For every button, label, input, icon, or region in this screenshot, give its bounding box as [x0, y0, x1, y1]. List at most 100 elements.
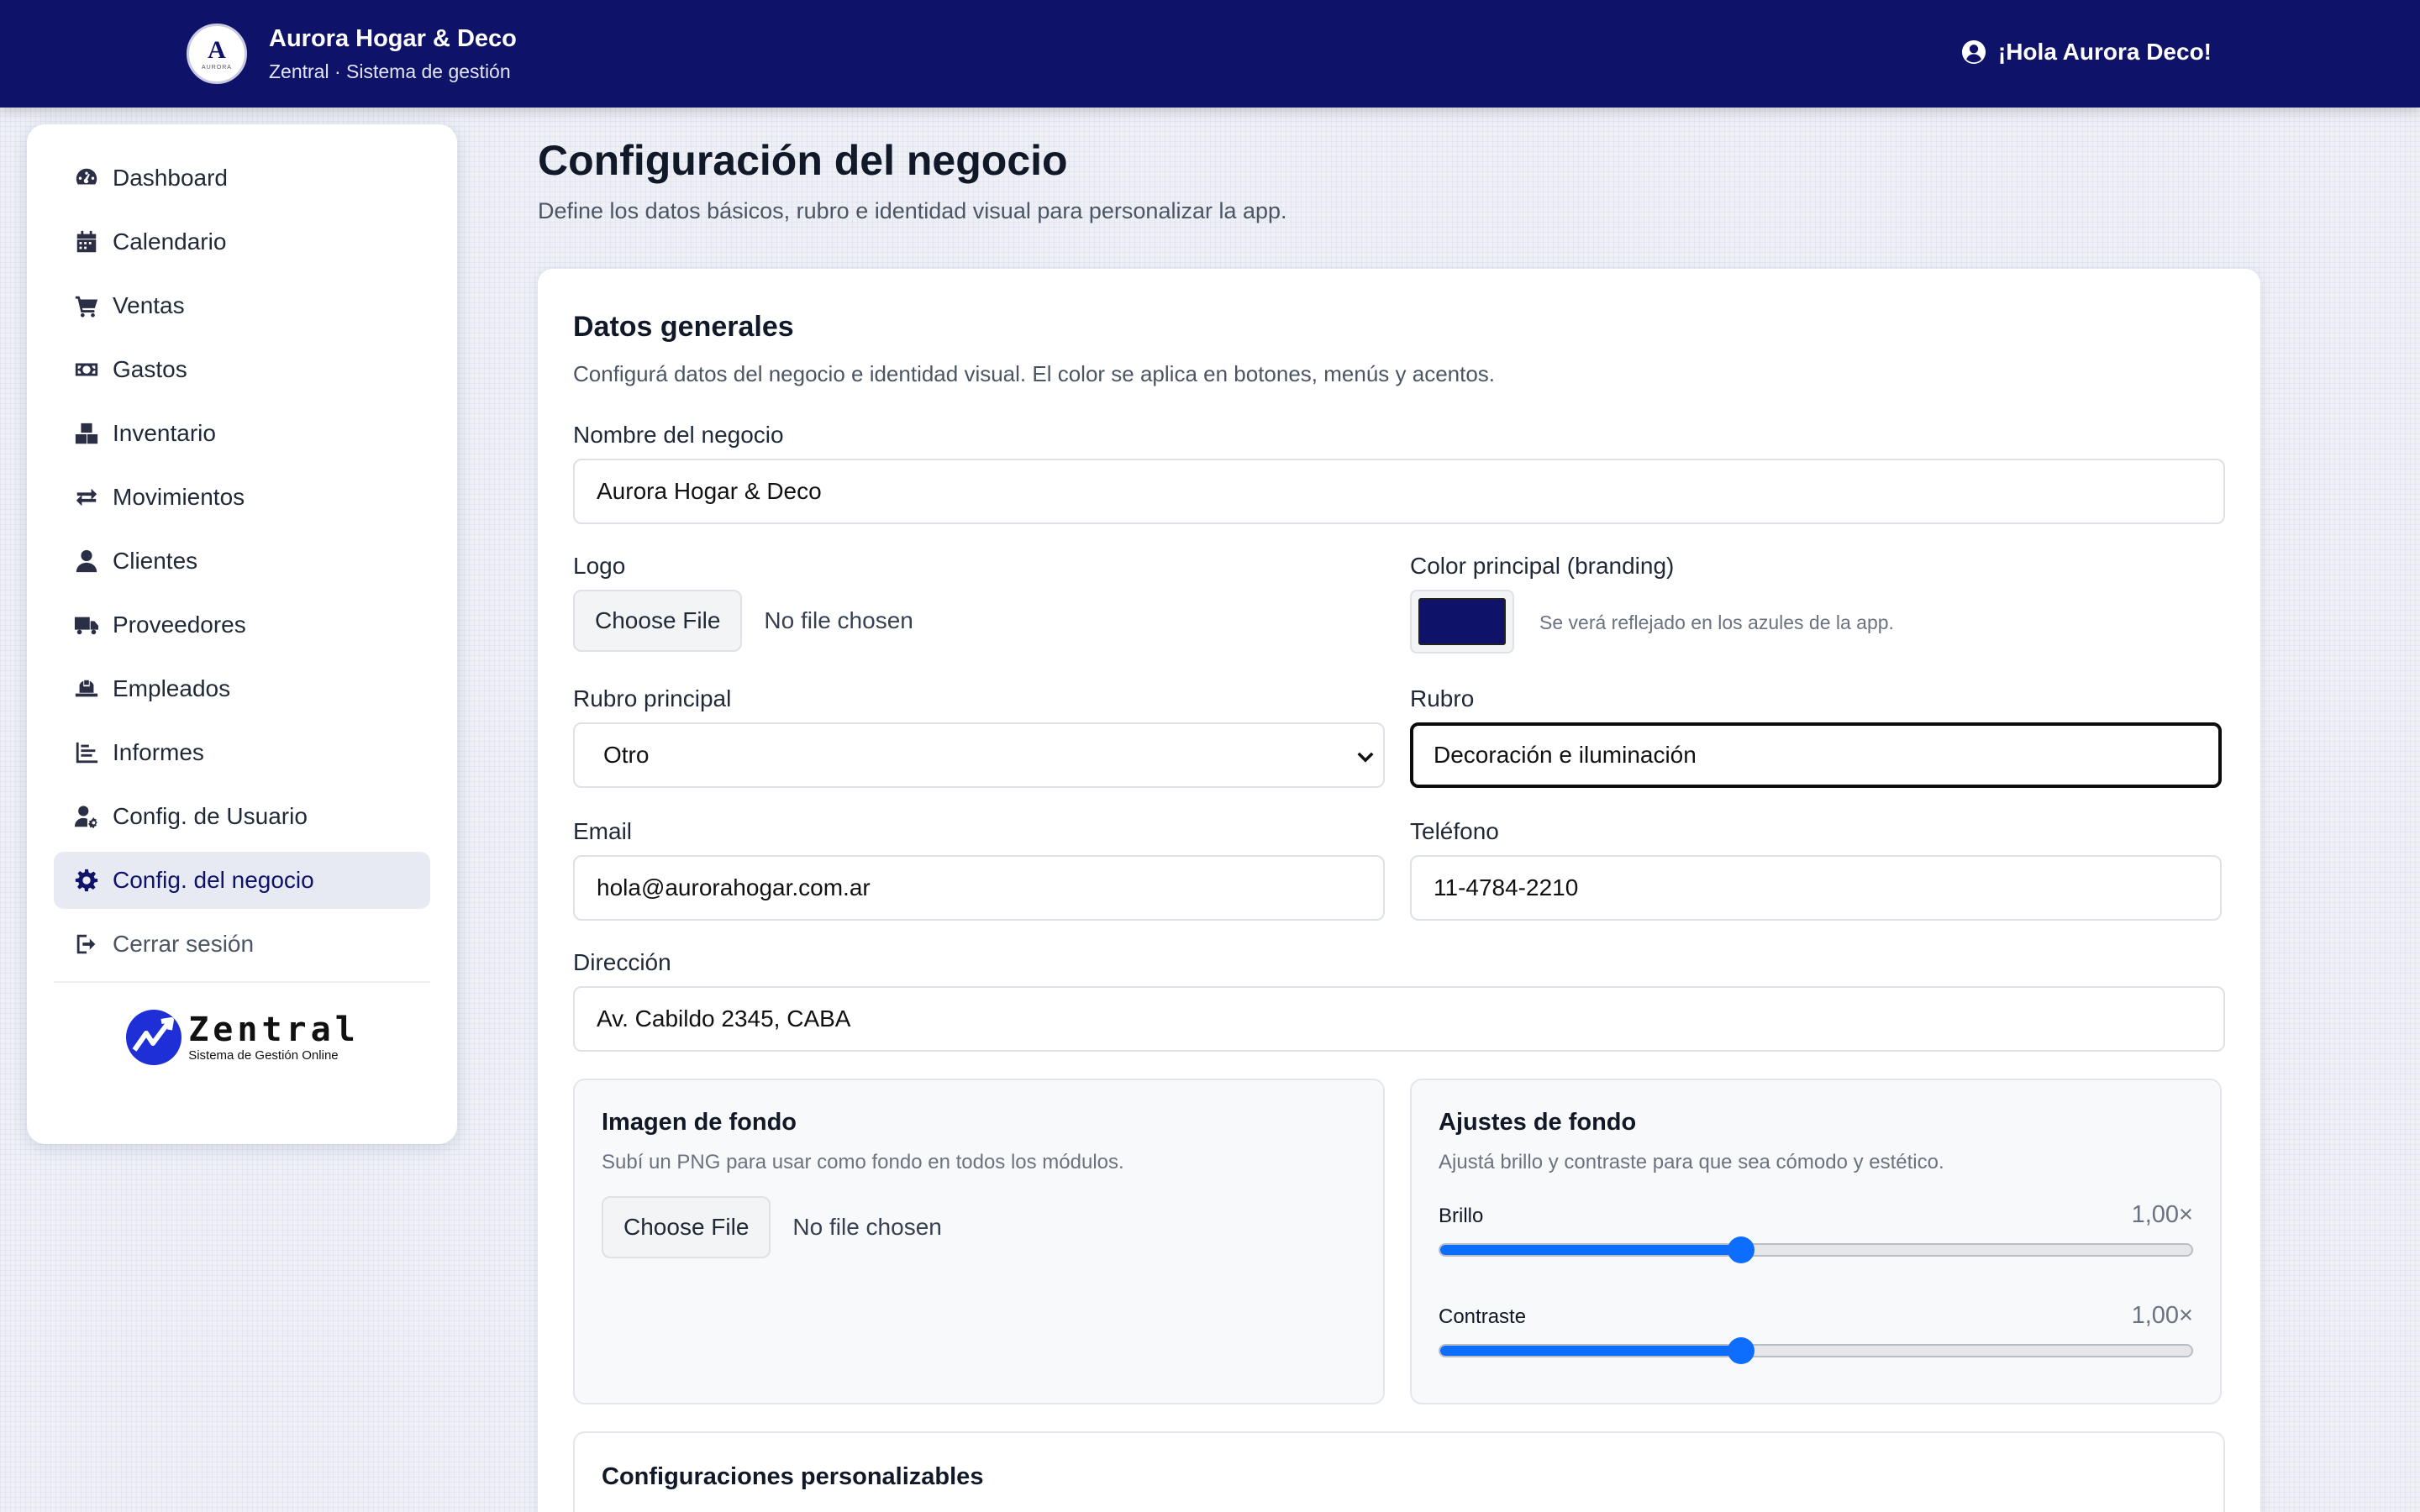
logo-choose-file-button[interactable]: Choose File [573, 590, 743, 652]
email-label: Email [573, 818, 633, 844]
user-icon [76, 549, 97, 573]
calendar-icon [76, 230, 97, 253]
greeting-text: ¡Hola Aurora Deco! [1997, 39, 2212, 65]
sidebar: Dashboard Calendario Ventas Gastos Inven… [27, 124, 457, 1144]
sidebar-item-informes[interactable]: Informes [54, 724, 430, 781]
sidebar-item-label: Ventas [113, 292, 185, 318]
cart-icon [75, 296, 98, 318]
sidebar-item-gastos[interactable]: Gastos [54, 341, 430, 398]
logo-caption: AURORA [202, 64, 232, 71]
logout-icon [76, 934, 96, 954]
logo-letter: A [208, 35, 226, 64]
sidebar-item-empleados[interactable]: Empleados [54, 660, 430, 717]
top-bar: A AURORA Aurora Hogar & Deco Zentral · S… [0, 0, 2420, 108]
hardhat-icon [75, 680, 98, 697]
brightness-value: 1,00× [2131, 1201, 2193, 1228]
custom-settings-section: Configuraciones personalizables [573, 1431, 2225, 1512]
page-subtitle: Define los datos básicos, rubro e identi… [538, 198, 1287, 223]
sidebar-item-proveedores[interactable]: Proveedores [54, 596, 430, 654]
sidebar-item-label: Empleados [113, 675, 231, 701]
money-icon [75, 363, 98, 376]
panel-subtitle: Ajustá brillo y contraste para que sea c… [1439, 1151, 1944, 1173]
sidebar-item-config-negocio[interactable]: Config. del negocio [54, 852, 430, 909]
color-label: Color principal (branding) [1410, 553, 1675, 579]
main-category-select[interactable]: Otro [573, 722, 1385, 788]
main-category-label: Rubro principal [573, 685, 732, 711]
general-settings-card: Datos generales Configurá datos del nego… [538, 269, 2260, 1512]
user-circle-icon [1961, 39, 1986, 65]
boxes-icon [75, 423, 98, 444]
truck-icon [74, 617, 99, 635]
background-file-input: Choose File No file chosen [602, 1196, 942, 1258]
panel-title: Imagen de fondo [602, 1109, 797, 1136]
sidebar-item-label: Proveedores [113, 612, 246, 638]
contrast-slider[interactable] [1439, 1337, 2193, 1364]
sidebar-item-inventario[interactable]: Inventario [54, 405, 430, 462]
zentral-mark-icon [126, 1010, 182, 1065]
card-subtitle: Configurá datos del negocio e identidad … [573, 361, 1496, 386]
sidebar-item-label: Config. de Usuario [113, 803, 308, 829]
category-input[interactable]: Decoración e iluminación [1410, 722, 2222, 788]
sidebar-item-label: Config. del negocio [113, 867, 314, 893]
arrows-icon [76, 488, 97, 507]
app-subtitle: Zentral · Sistema de gestión [269, 60, 511, 82]
sidebar-item-calendario[interactable]: Calendario [54, 213, 430, 270]
business-name: Aurora Hogar & Deco [269, 25, 517, 52]
business-name-input[interactable]: Aurora Hogar & Deco [573, 459, 2225, 524]
contrast-label: Contraste [1439, 1305, 1527, 1328]
sidebar-item-label: Calendario [113, 228, 227, 255]
page-title: Configuración del negocio [538, 137, 1068, 184]
brightness-label: Brillo [1439, 1205, 1484, 1227]
business-name-label: Nombre del negocio [573, 422, 784, 448]
chart-icon [76, 742, 98, 764]
contrast-slider-thumb[interactable] [1727, 1337, 1754, 1364]
address-input[interactable]: Av. Cabildo 2345, CABA [573, 986, 2225, 1052]
phone-input[interactable]: 11-4784-2210 [1410, 855, 2222, 921]
contrast-slider-fill [1440, 1346, 1741, 1356]
business-logo: A AURORA [187, 24, 247, 84]
address-label: Dirección [573, 949, 671, 975]
card-title: Datos generales [573, 311, 794, 343]
brightness-slider-thumb[interactable] [1727, 1236, 1754, 1263]
logo-label: Logo [573, 553, 626, 579]
background-image-panel: Imagen de fondo Subí un PNG para usar co… [573, 1079, 1385, 1404]
sidebar-item-label: Informes [113, 739, 204, 765]
sidebar-item-config-usuario[interactable]: Config. de Usuario [54, 788, 430, 845]
chevron-down-icon [1357, 752, 1374, 763]
user-greeting[interactable]: ¡Hola Aurora Deco! [1961, 39, 2212, 66]
gear-icon [75, 869, 98, 892]
logo-file-input: Choose File No file chosen [573, 590, 913, 652]
sidebar-item-dashboard[interactable]: Dashboard [54, 150, 430, 207]
sidebar-item-clientes[interactable]: Clientes [54, 533, 430, 590]
panel-title: Ajustes de fondo [1439, 1109, 1637, 1136]
sidebar-divider [54, 981, 430, 983]
sidebar-item-ventas[interactable]: Ventas [54, 277, 430, 334]
sidebar-item-cerrar-sesion[interactable]: Cerrar sesión [54, 916, 430, 973]
sidebar-item-label: Dashboard [113, 165, 228, 191]
background-choose-file-button[interactable]: Choose File [602, 1196, 771, 1258]
logo-file-status: No file chosen [764, 607, 913, 633]
gauge-icon [76, 168, 97, 185]
sidebar-item-movimientos[interactable]: Movimientos [54, 469, 430, 526]
sidebar-item-label: Gastos [113, 356, 187, 382]
zentral-logo: Zentral Sistema de Gestión Online [54, 1008, 430, 1067]
custom-settings-title: Configuraciones personalizables [602, 1463, 984, 1490]
sidebar-item-label: Inventario [113, 420, 216, 446]
main-category-value: Otro [603, 742, 650, 768]
email-input[interactable]: hola@aurorahogar.com.ar [573, 855, 1385, 921]
color-hint: Se verá reflejado en los azules de la ap… [1539, 612, 1894, 633]
phone-label: Teléfono [1410, 818, 1499, 844]
brightness-slider-fill [1440, 1245, 1741, 1255]
sidebar-item-label: Clientes [113, 548, 198, 574]
zentral-tagline: Sistema de Gestión Online [188, 1047, 339, 1063]
brightness-slider[interactable] [1439, 1236, 2193, 1263]
panel-subtitle: Subí un PNG para usar como fondo en todo… [602, 1151, 1124, 1173]
category-label: Rubro [1410, 685, 1475, 711]
background-file-status: No file chosen [792, 1214, 942, 1240]
contrast-value: 1,00× [2131, 1302, 2193, 1329]
user-gear-icon [74, 806, 97, 829]
sidebar-item-label: Movimientos [113, 484, 245, 510]
zentral-name: Zentral [188, 1010, 360, 1049]
color-swatch [1418, 598, 1506, 645]
color-picker[interactable] [1410, 590, 1514, 654]
